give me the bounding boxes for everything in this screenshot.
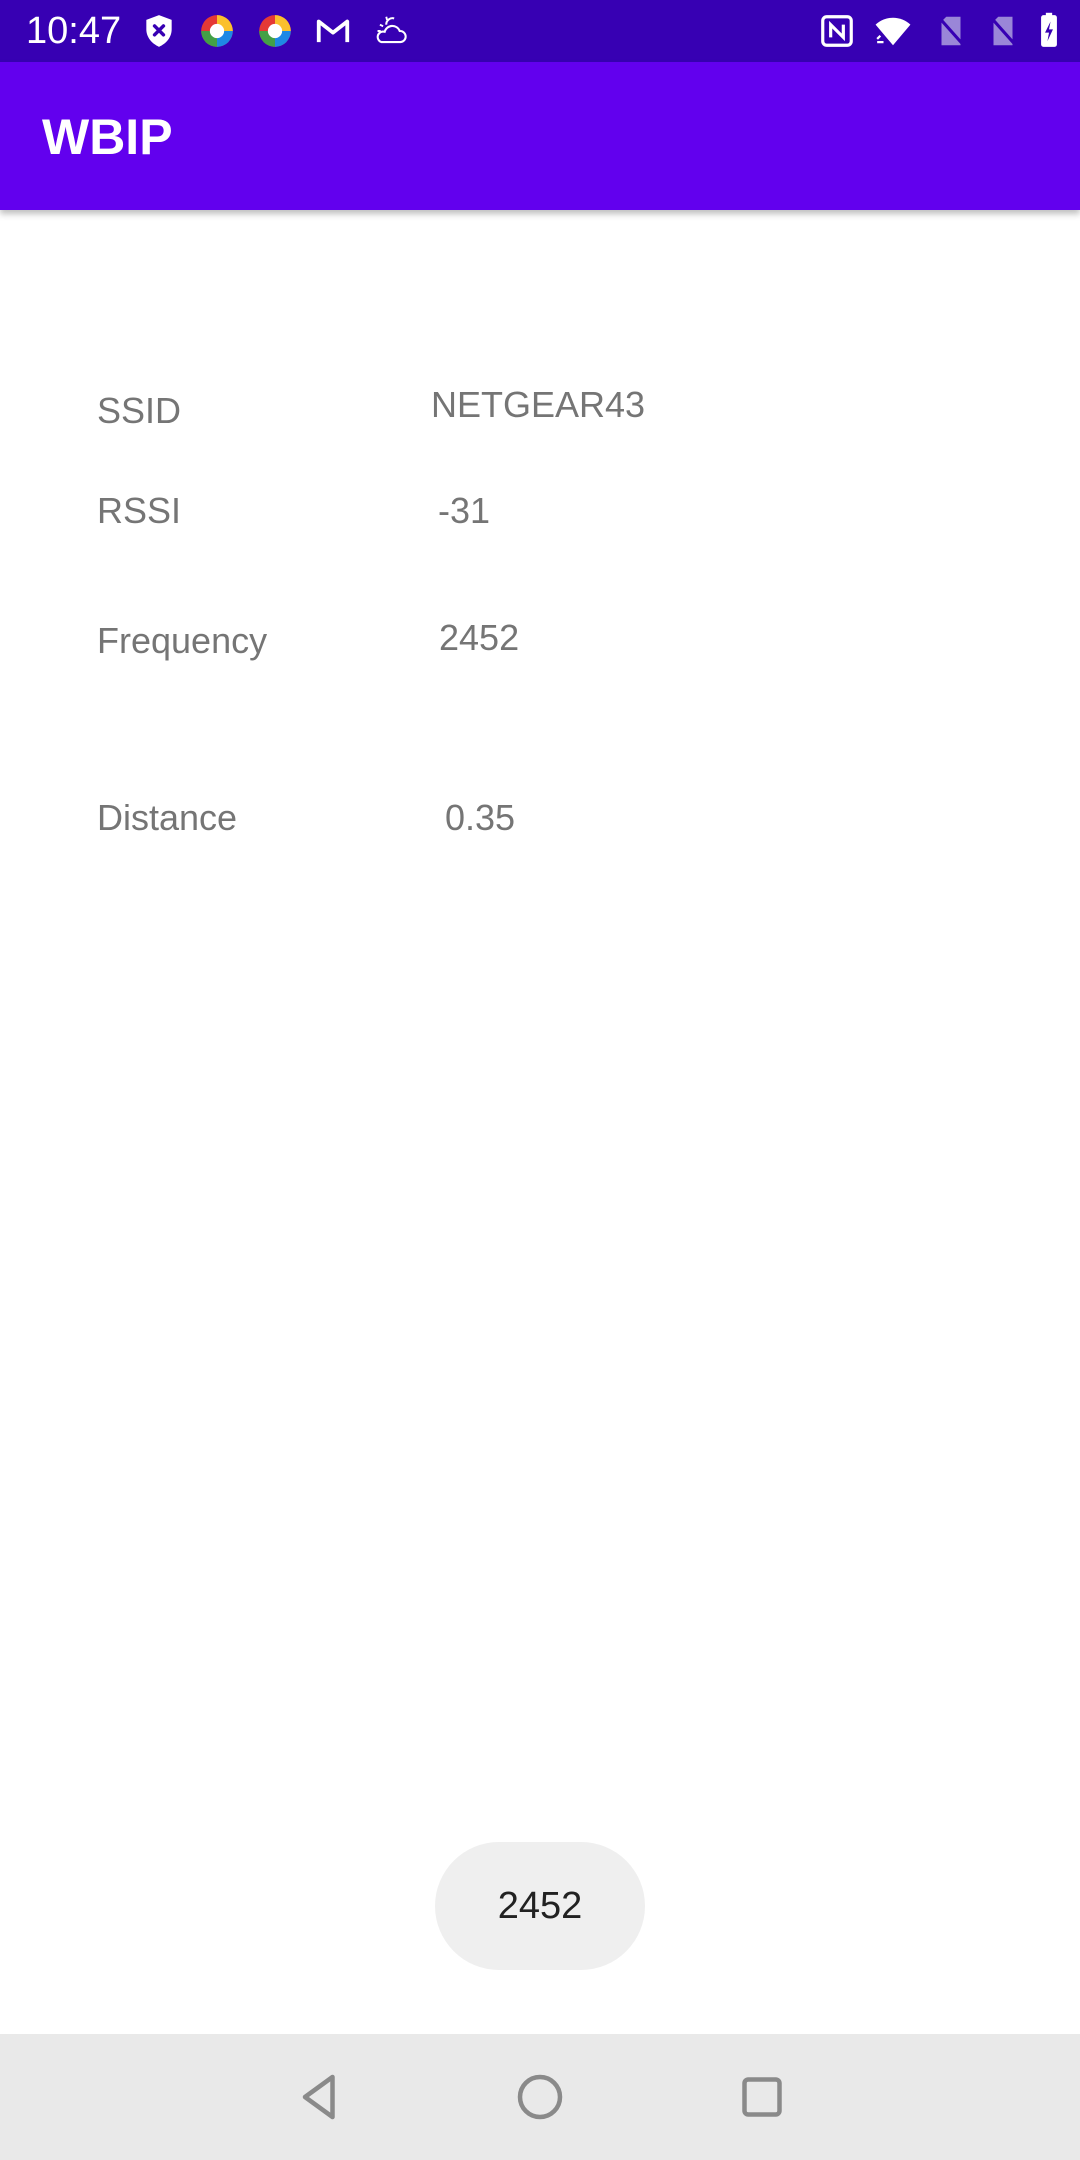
toast: 2452 — [435, 1842, 645, 1970]
rssi-label: RSSI — [97, 490, 182, 531]
app-screen: 10:47 WBIP SSID NETGEAR43 RSSI -31 Frequ… — [0, 0, 1080, 2160]
rssi-value: -31 — [438, 490, 491, 531]
no-sim-icon — [932, 12, 970, 50]
frequency-label: Frequency — [97, 620, 268, 661]
ssid-label: SSID — [97, 390, 182, 431]
cloudy-night-icon — [372, 12, 410, 50]
app-bar: WBIP — [0, 62, 1080, 210]
frequency-value: 2452 — [439, 617, 520, 658]
distance-label: Distance — [97, 797, 238, 838]
back-icon[interactable] — [290, 2067, 350, 2127]
nfc-icon — [818, 12, 856, 50]
app-title: WBIP — [42, 109, 173, 165]
no-sim-icon — [984, 12, 1022, 50]
shield-x-icon — [140, 12, 178, 50]
battery-charging-icon — [1030, 12, 1068, 50]
app-circle-icon — [198, 12, 236, 50]
recents-icon[interactable] — [732, 2067, 792, 2127]
status-time: 10:47 — [26, 10, 122, 52]
app-circle-icon — [256, 12, 294, 50]
wifi-icon — [874, 12, 912, 50]
home-icon[interactable] — [510, 2067, 570, 2127]
gmail-icon — [314, 12, 352, 50]
distance-value: 0.35 — [445, 797, 516, 838]
ssid-value: NETGEAR43 — [431, 384, 646, 425]
status-bar: 10:47 — [0, 0, 1080, 62]
toast-text: 2452 — [497, 1884, 583, 1927]
navigation-bar — [0, 2034, 1080, 2160]
